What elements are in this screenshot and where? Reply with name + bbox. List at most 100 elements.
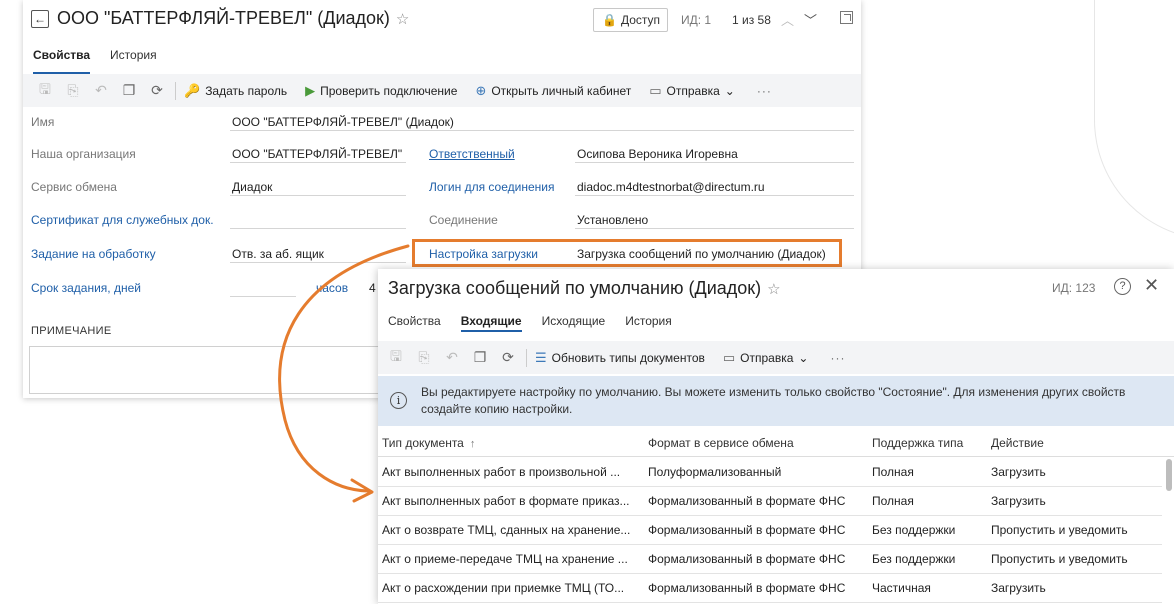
chevron-down-icon[interactable]: ﹀ xyxy=(804,10,817,29)
exchange-service-field[interactable]: Диадок xyxy=(232,180,272,194)
chevron-up-icon[interactable]: ︿ xyxy=(781,10,794,29)
key-icon: 🔑 xyxy=(184,82,201,98)
cell-support: Без поддержки xyxy=(872,523,956,537)
table-row[interactable]: Акт выполненных работ в формате приказ..… xyxy=(378,487,1162,516)
cell-support: Частичная xyxy=(872,581,931,595)
star-icon[interactable]: ☆ xyxy=(396,11,409,28)
field-our-org: Наша организация ООО "БАТТЕРФЛЯЙ-ТРЕВЕЛ"… xyxy=(23,140,861,170)
cell-action: Загрузить xyxy=(991,465,1046,479)
list-refresh-icon: ☰ xyxy=(535,349,547,365)
open-external-icon[interactable] xyxy=(840,11,853,24)
our-org-underline xyxy=(230,162,406,163)
hours-field[interactable]: 4 xyxy=(369,281,376,295)
load-settings-highlight xyxy=(412,239,842,267)
connection-label: Соединение xyxy=(429,213,498,227)
cell-action: Пропустить и уведомить xyxy=(991,523,1128,537)
cell-doc-type: Акт о возврате ТМЦ, сданных на хранение.… xyxy=(382,523,631,537)
cell-format: Полуформализованный xyxy=(648,465,782,479)
tab-incoming[interactable]: Входящие xyxy=(460,314,522,332)
more-icon[interactable]: ··· xyxy=(830,351,845,365)
record-id: ИД: 123 xyxy=(1052,281,1096,295)
column-header-doc-type[interactable]: Тип документа ↑ xyxy=(382,436,475,450)
tab-history[interactable]: История xyxy=(625,314,672,328)
star-icon[interactable]: ☆ xyxy=(767,281,780,298)
card-tabs: Свойства Входящие Исходящие История xyxy=(388,314,672,332)
close-icon[interactable]: ✕ xyxy=(1144,275,1159,296)
card-title: Загрузка сообщений по умолчанию (Диадок)… xyxy=(388,278,781,298)
lock-icon: 🔒 xyxy=(602,13,617,27)
table-row[interactable]: Акт о возврате ТМЦ, сданных на хранение.… xyxy=(378,516,1162,545)
chevron-down-icon: ⌄ xyxy=(724,83,735,98)
open-cabinet-button[interactable]: ⊕ Открыть личный кабинет xyxy=(475,83,631,99)
send-icon: ▭ xyxy=(649,82,662,98)
tab-outgoing[interactable]: Исходящие xyxy=(542,314,606,328)
task-field[interactable]: Отв. за аб. ящик xyxy=(232,247,324,261)
save-as-icon[interactable]: ⎘ xyxy=(410,349,438,366)
save-icon[interactable]: 🖫 xyxy=(31,79,59,103)
help-icon[interactable]: ? xyxy=(1114,278,1131,295)
cell-support: Без поддержки xyxy=(872,552,956,566)
login-field[interactable]: diadoc.m4dtestnorbat@directum.ru xyxy=(577,180,765,194)
copy-icon[interactable]: ❐ xyxy=(115,82,143,99)
decorative-arc xyxy=(1094,0,1174,240)
connection-field: Установлено xyxy=(577,213,649,227)
cell-format: Формализованный в формате ФНС xyxy=(648,552,846,566)
more-icon[interactable]: ··· xyxy=(757,84,772,98)
our-org-label: Наша организация xyxy=(31,147,136,161)
card-toolbar: 🖫 ⎘ ↶ ❐ ⟳ 🔑 Задать пароль ▶ Проверить подк… xyxy=(23,74,861,107)
save-icon[interactable]: 🖫 xyxy=(382,346,410,370)
refresh-icon[interactable]: ⟳ xyxy=(143,82,171,99)
copy-icon[interactable]: ❐ xyxy=(466,349,494,366)
deadline-label: Срок задания, дней xyxy=(31,281,141,295)
responsible-underline xyxy=(575,162,854,163)
name-field[interactable]: ООО "БАТТЕРФЛЯЙ-ТРЕВЕЛ" (Диадок) xyxy=(232,115,454,129)
column-header-action[interactable]: Действие xyxy=(991,436,1044,450)
refresh-types-button[interactable]: ☰ Обновить типы документов xyxy=(535,350,705,366)
access-button[interactable]: 🔒 Доступ xyxy=(593,8,668,32)
login-underline xyxy=(575,195,854,196)
card-toolbar: 🖫 ⎘ ↶ ❐ ⟳ ☰ Обновить типы документов ▭ Отп… xyxy=(378,341,1174,374)
undo-icon[interactable]: ↶ xyxy=(438,349,466,366)
tab-properties[interactable]: Свойства xyxy=(33,48,91,74)
field-exchange-service: Сервис обмена Диадок Логин для соединени… xyxy=(23,173,861,203)
card-header: ← ООО "БАТТЕРФЛЯЙ-ТРЕВЕЛ" (Диадок) ☆ 🔒 Дос… xyxy=(23,0,861,40)
cell-doc-type: Акт о расхождении при приемке ТМЦ (ТО... xyxy=(382,581,625,595)
column-header-support[interactable]: Поддержка типа xyxy=(872,436,963,450)
pager: 1 из 58 xyxy=(732,13,771,27)
field-certificate: Сертификат для служебных док. Соединение… xyxy=(23,206,861,236)
responsible-field[interactable]: Осипова Вероника Игоревна xyxy=(577,147,738,161)
info-icon: i xyxy=(390,392,407,409)
table-scrollbar[interactable] xyxy=(1166,459,1172,491)
tab-properties[interactable]: Свойства xyxy=(388,314,441,328)
name-underline xyxy=(230,130,854,131)
load-settings-card: Загрузка сообщений по умолчанию (Диадок)… xyxy=(378,269,1174,604)
task-label: Задание на обработку xyxy=(31,247,156,261)
info-banner: i Вы редактируете настройку по умолчанию… xyxy=(378,376,1174,426)
column-header-format[interactable]: Формат в сервисе обмена xyxy=(648,436,794,450)
undo-icon[interactable]: ↶ xyxy=(87,82,115,99)
cell-action: Загрузить xyxy=(991,581,1046,595)
globe-icon: ⊕ xyxy=(475,82,487,98)
send-dropdown[interactable]: ▭ Отправка ⌄ xyxy=(649,83,735,99)
cell-format: Формализованный в формате ФНС xyxy=(648,581,846,595)
table-row[interactable]: Акт о приеме-передаче ТМЦ на хранение ..… xyxy=(378,545,1162,574)
card-tabs: Свойства История xyxy=(33,48,157,74)
table-row[interactable]: Акт выполненных работ в произвольной ...… xyxy=(378,458,1162,487)
info-text: Вы редактируете настройку по умолчанию. … xyxy=(421,385,1126,416)
record-id: ИД: 1 xyxy=(681,13,712,27)
refresh-icon[interactable]: ⟳ xyxy=(494,349,522,366)
table-header: Тип документа ↑ Формат в сервисе обмена П… xyxy=(378,429,1174,457)
table-row[interactable]: Акт о расхождении при приемке ТМЦ (ТО...… xyxy=(378,574,1162,603)
send-dropdown[interactable]: ▭ Отправка ⌄ xyxy=(723,350,809,366)
arrow-left-icon[interactable]: ← xyxy=(31,10,49,28)
our-org-field[interactable]: ООО "БАТТЕРФЛЯЙ-ТРЕВЕЛ" xyxy=(232,147,402,161)
responsible-label[interactable]: Ответственный xyxy=(429,147,515,161)
save-as-icon[interactable]: ⎘ xyxy=(59,82,87,99)
check-connection-button[interactable]: ▶ Проверить подключение xyxy=(305,83,457,99)
certificate-field[interactable] xyxy=(230,228,406,229)
tab-history[interactable]: История xyxy=(110,48,157,70)
set-password-button[interactable]: 🔑 Задать пароль xyxy=(184,83,287,99)
cell-action: Пропустить и уведомить xyxy=(991,552,1128,566)
connection-underline xyxy=(575,228,854,229)
deadline-days-field[interactable] xyxy=(230,296,296,297)
